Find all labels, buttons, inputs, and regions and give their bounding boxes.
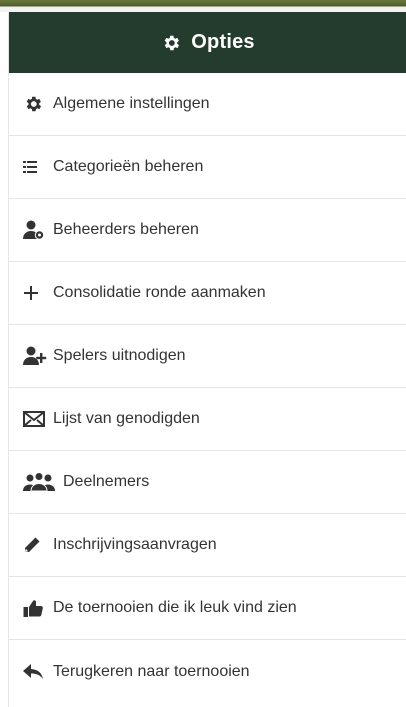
top-background-strip <box>0 0 406 12</box>
menu-item-label: Categorieën beheren <box>53 158 204 175</box>
menu-item-categories[interactable]: Categorieën beheren <box>9 136 406 199</box>
menu-item-liked-tournaments[interactable]: De toernooien die ik leuk vind zien <box>9 577 406 640</box>
options-menu: Algemene instellingen Categorieën behere… <box>9 73 406 703</box>
menu-item-label: De toernooien die ik leuk vind zien <box>53 599 297 616</box>
menu-item-consolidation-round[interactable]: Consolidatie ronde aanmaken <box>9 262 406 325</box>
menu-item-label: Spelers uitnodigen <box>53 347 186 364</box>
menu-item-admins[interactable]: Beheerders beheren <box>9 199 406 262</box>
user-plus-icon <box>23 346 47 365</box>
menu-item-label: Lijst van genodigden <box>53 410 200 427</box>
user-gear-icon <box>23 220 47 240</box>
gear-icon <box>23 95 47 113</box>
reply-icon <box>23 663 47 681</box>
menu-item-label: Algemene instellingen <box>53 95 210 112</box>
options-header: Opties <box>9 12 406 73</box>
gear-icon <box>161 33 181 53</box>
options-title: Opties <box>191 31 255 53</box>
menu-item-label: Deelnemers <box>63 473 150 490</box>
list-icon <box>23 158 47 176</box>
menu-item-back-to-tournaments[interactable]: Terugkeren naar toernooien <box>9 640 406 703</box>
users-icon <box>23 472 57 492</box>
menu-item-invite-list[interactable]: Lijst van genodigden <box>9 388 406 451</box>
menu-item-label: Beheerders beheren <box>53 221 199 238</box>
menu-item-participants[interactable]: Deelnemers <box>9 451 406 514</box>
menu-item-registration-requests[interactable]: Inschrijvingsaanvragen <box>9 514 406 577</box>
thumbs-up-icon <box>23 599 47 617</box>
envelope-icon <box>23 410 47 428</box>
menu-item-label: Inschrijvingsaanvragen <box>53 536 217 553</box>
menu-item-label: Terugkeren naar toernooien <box>53 662 250 680</box>
menu-item-label: Consolidatie ronde aanmaken <box>53 284 266 301</box>
pencil-icon <box>23 536 47 554</box>
menu-item-invite-players[interactable]: Spelers uitnodigen <box>9 325 406 388</box>
plus-icon <box>23 284 47 302</box>
menu-item-general-settings[interactable]: Algemene instellingen <box>9 73 406 136</box>
options-panel: Opties Algemene instellingen Categorieën… <box>8 12 406 707</box>
